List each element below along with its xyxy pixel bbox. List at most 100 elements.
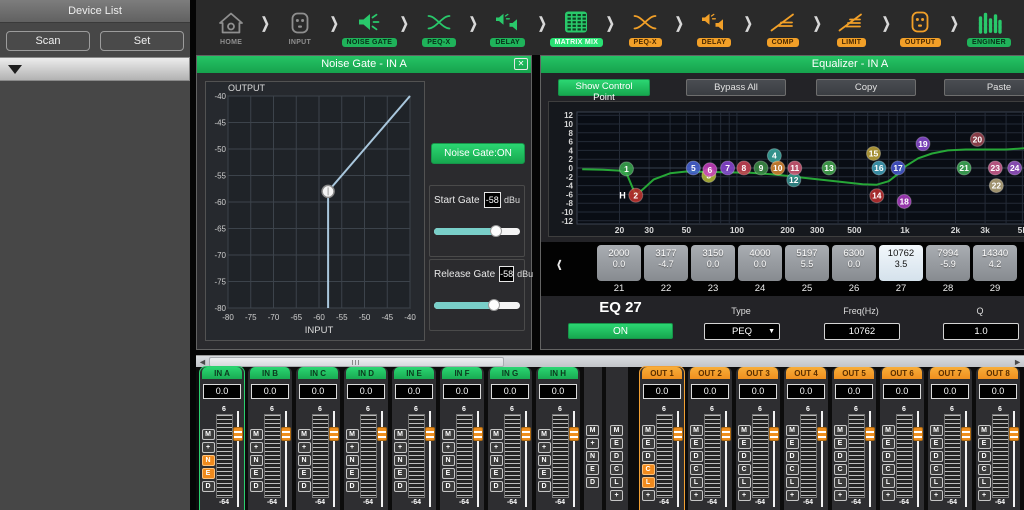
strip-button-plus[interactable]: + [978,490,991,501]
gain-value-field[interactable]: 0.0 [395,384,433,399]
strip-button-d[interactable]: D [538,481,551,492]
fader-track[interactable] [721,411,731,510]
strip-button-m[interactable]: M [834,425,847,436]
strip-button-e[interactable]: E [586,464,599,475]
channel-strip-out-6[interactable]: OUT 60.0MEDCL+6-64 [880,367,924,510]
channel-label[interactable]: IN D [346,367,386,379]
strip-button-d[interactable]: D [690,451,703,462]
toolbar-item-limit[interactable]: LIMIT [824,8,878,47]
close-icon[interactable]: ✕ [514,58,528,70]
strip-button-plus[interactable]: + [610,490,623,501]
channel-strip-in-e[interactable]: IN E0.0M+NED6-64 [392,367,436,510]
toolbar-item-matrix-mix[interactable]: MATRIX MIX [549,8,603,47]
strip-button-n[interactable]: N [538,455,551,466]
gain-value-field[interactable]: 0.0 [835,384,873,399]
toolbar-item-delay[interactable]: DELAY [687,8,741,47]
eq-control-point-2[interactable]: H2 [619,188,643,202]
noise-gate-power-button[interactable]: Noise Gate:ON [431,143,525,164]
q-field[interactable]: 1.0 [943,323,1019,340]
fader-handle[interactable] [913,427,923,441]
channel-label[interactable]: OUT 4 [786,367,826,379]
toolbar-item-noise-gate[interactable]: NOISE GATE [342,8,398,47]
gain-value-field[interactable]: 0.0 [251,384,289,399]
strip-button-d[interactable]: D [298,481,311,492]
show-control-point-button[interactable]: Show Control Point [558,79,650,96]
slider-knob[interactable] [490,225,502,237]
strip-button-d[interactable]: D [610,451,623,462]
strip-button-m[interactable]: M [250,429,263,440]
channel-label[interactable]: IN G [490,367,530,379]
strip-button-m[interactable]: M [586,425,599,436]
strip-button-plus[interactable]: + [834,490,847,501]
strip-button-e[interactable]: E [882,438,895,449]
eq-control-point-7[interactable]: 7 [721,161,735,175]
start-gate-value-field[interactable]: -58 [484,192,501,208]
strip-button-plus[interactable]: + [202,442,215,453]
fader-track[interactable] [961,411,971,510]
strip-button-n[interactable]: N [586,451,599,462]
fader-track[interactable] [377,411,387,510]
fader-track[interactable] [521,411,531,510]
eq-control-point-9[interactable]: 9 [754,161,768,175]
strip-button-l[interactable]: L [610,477,623,488]
channel-strip-out-4[interactable]: OUT 40.0MEDCL+6-64 [784,367,828,510]
strip-button-c[interactable]: C [978,464,991,475]
fader-track[interactable] [473,411,483,510]
strip-button-l[interactable]: L [786,477,799,488]
strip-button-plus[interactable]: + [442,442,455,453]
eq-control-point-8[interactable]: 8 [737,161,751,175]
fader-track[interactable] [281,411,291,510]
strip-button-e[interactable]: E [834,438,847,449]
band-cell-23[interactable]: 31500.023 [691,245,735,294]
band-cell-27[interactable]: 107623.527 [879,245,923,294]
noise-gate-graph[interactable]: OUTPUT-40-45-50-55-60-65-70-75-80-80-75-… [205,81,425,341]
fader-track[interactable] [769,411,779,510]
gain-value-field[interactable]: 0.0 [347,384,385,399]
strip-button-e[interactable]: E [394,468,407,479]
eq-control-point-20[interactable]: 20 [970,132,984,146]
eq-control-point-17[interactable]: 17 [891,161,905,175]
strip-button-d[interactable]: D [250,481,263,492]
set-button[interactable]: Set [100,31,184,51]
fader-handle[interactable] [329,427,339,441]
strip-button-l[interactable]: L [834,477,847,488]
eq-control-point-16[interactable]: 16 [872,161,886,175]
strip-button-m[interactable]: M [642,425,655,436]
eq-control-point-18[interactable]: 18 [897,194,911,208]
strip-button-l[interactable]: L [930,477,943,488]
channel-label[interactable]: OUT 2 [690,367,730,379]
strip-button-m[interactable]: M [610,425,623,436]
eq-control-point-14[interactable]: 14 [870,189,884,203]
toolbar-item-enginer[interactable]: ENGINER [962,8,1016,47]
fader-handle[interactable] [569,427,579,441]
strip-button-plus[interactable]: + [394,442,407,453]
freq-field[interactable]: 10762 [824,323,900,340]
strip-button-e[interactable]: E [738,438,751,449]
strip-button-d[interactable]: D [978,451,991,462]
gain-value-field[interactable]: 0.0 [203,384,241,399]
fader-handle[interactable] [817,427,827,441]
toolbar-item-home[interactable]: HOME [204,9,258,46]
strip-button-m[interactable]: M [690,425,703,436]
fader-track[interactable] [865,411,875,510]
slider-knob[interactable] [488,299,500,311]
fader-track[interactable] [233,411,243,510]
strip-button-plus[interactable]: + [538,442,551,453]
eq-response-graph[interactable]: 121086420-2-4-6-8-10-1220305010020030050… [548,101,1024,237]
eq-control-point-1[interactable]: 1 [619,162,633,176]
strip-button-d[interactable]: D [490,481,503,492]
strip-button-e[interactable]: E [610,438,623,449]
gain-value-field[interactable]: 0.0 [443,384,481,399]
strip-button-l[interactable]: L [642,477,655,488]
channel-strip-in-g[interactable]: IN G0.0M+NED6-64 [488,367,532,510]
strip-button-e[interactable]: E [690,438,703,449]
strip-button-plus[interactable]: + [586,438,599,449]
mixer-scrollbar[interactable]: ◄ ► [196,355,1024,367]
eq-control-point-13[interactable]: 13 [822,161,836,175]
channel-label[interactable]: IN C [298,367,338,379]
fader-handle[interactable] [721,427,731,441]
strip-button-d[interactable]: D [738,451,751,462]
strip-button-d[interactable]: D [586,477,599,488]
fader-track[interactable] [817,411,827,510]
strip-button-c[interactable]: C [642,464,655,475]
